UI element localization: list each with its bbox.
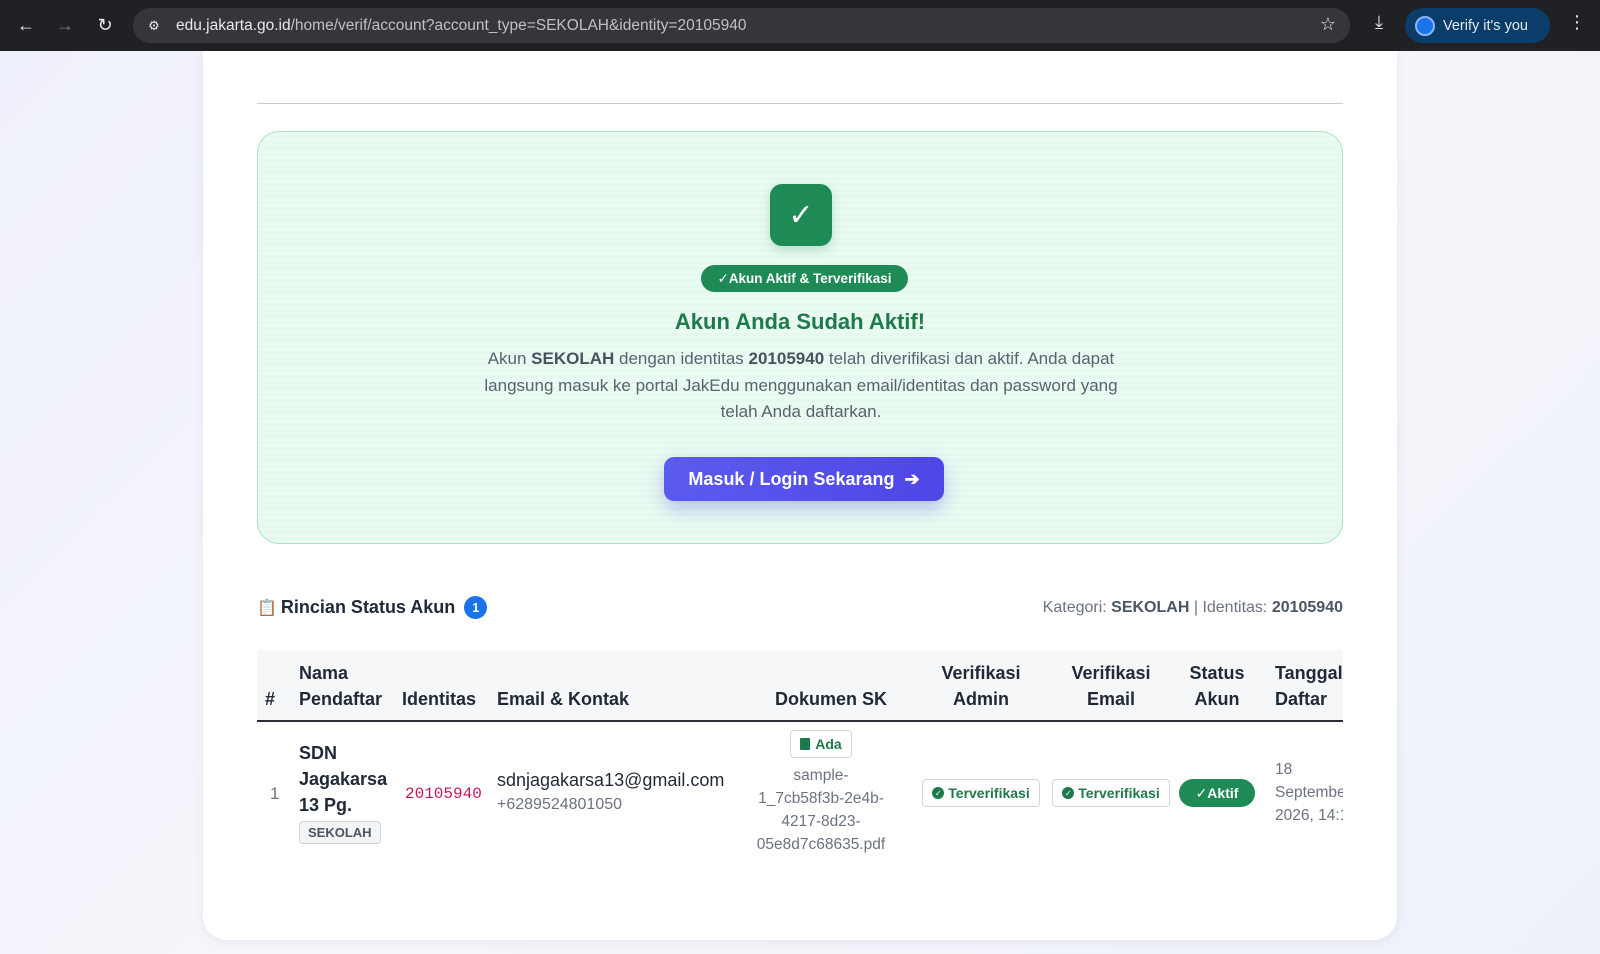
check-circle-icon: ✓ [1062,787,1075,799]
active-status-pill: ✓Aktif [1179,779,1255,807]
bookmark-star-icon[interactable]: ☆ [1320,14,1336,35]
status-badge: ✓Akun Aktif & Terverifikasi [701,265,908,292]
details-header: 📋 Rincian Status Akun 1 Kategori: SEKOLA… [257,594,1343,620]
login-button[interactable]: Masuk / Login Sekarang ➔ [664,457,944,501]
details-meta: Kategori: SEKOLAH | Identitas: 20105940 [1042,599,1343,616]
file-icon [800,738,811,750]
row-number: 1 [270,784,280,803]
clipboard-icon: 📋 [257,599,277,617]
header-admin-verif: Verifikasi Admin [941,663,1021,709]
header-status: Status Akun [1189,663,1245,709]
success-description: Akun SEKOLAH dengan identitas 20105940 t… [484,349,1118,421]
admin-verif-cell: ✓ Terverifikasi [921,779,1041,807]
check-icon: ✓ [770,184,832,246]
header-identity: Identitas [402,689,477,709]
count-badge: 1 [464,596,488,619]
register-date: 18September2026, 14:1 [1275,761,1343,824]
success-panel: ✓ ✓Akun Aktif & Terverifikasi Akun Anda … [257,131,1343,544]
header-date: Tanggal Daftar [1275,663,1343,709]
registrant-name: SDN Jagakarsa 13 Pg. [299,743,388,815]
header-name: Nama Pendaftar [299,663,383,709]
admin-verified-badge: ✓ Terverifikasi [922,779,1040,807]
arrow-right-icon: ➔ [904,468,920,489]
email-verif-cell: ✓ Terverifikasi [1051,779,1171,807]
phone-value: +6289524801050 [497,796,623,813]
identity-value: 20105940 [405,785,482,803]
success-title: Akun Anda Sudah Aktif! [674,309,926,334]
menu-kebab-icon[interactable]: ⋮ [1568,12,1586,33]
email-value: sdnjagakarsa13@gmail.com [497,770,725,790]
main-card: ✓ ✓Akun Aktif & Terverifikasi Akun Anda … [203,51,1397,940]
document-badge[interactable]: Ada [790,730,852,758]
category-tag: SEKOLAH [299,821,381,844]
forward-icon[interactable]: → [51,11,79,39]
contact-cell: sdnjagakarsa13@gmail.com +6289524801050 [497,770,724,814]
divider [257,103,1343,104]
reload-icon[interactable]: ↻ [91,11,119,39]
details-title: 📋 Rincian Status Akun 1 [257,596,488,619]
site-info-icon[interactable]: ⚙ [141,13,167,39]
verify-profile-button[interactable]: Verify it's you [1405,8,1550,43]
document-filename[interactable]: sample- 1_7cb58f3b-2e4b- 4217-8d23- 05e8d7c… [741,764,901,856]
header-email-verif: Verifikasi Email [1071,663,1151,709]
status-table: # Nama Pendaftar Identitas Email & Kontak… [257,650,1343,865]
header-email: Email & Kontak [497,689,630,709]
google-account-icon [1415,15,1435,36]
registrant-cell: SDN Jagakarsa 13 Pg. SEKOLAH [299,740,387,844]
download-icon[interactable]: ⤓ [1366,12,1392,38]
address-bar[interactable]: ⚙ edu.jakarta.go.id/home/verif/account?a… [133,8,1350,43]
header-num: # [265,689,276,709]
status-cell: ✓Aktif [1179,779,1255,807]
email-verified-badge: ✓ Terverifikasi [1052,779,1170,807]
document-cell: Ada sample- 1_7cb58f3b-2e4b- 4217-8d23- 05e… [741,730,901,856]
table-header: # Nama Pendaftar Identitas Email & Kontak… [257,650,1343,722]
header-doc: Dokumen SK [775,689,888,709]
check-circle-icon: ✓ [932,787,945,799]
url-text[interactable]: edu.jakarta.go.id/home/verif/account?acc… [176,17,746,35]
browser-toolbar: ← → ↻ ⚙ edu.jakarta.go.id/home/verif/acc… [0,0,1600,51]
back-icon[interactable]: ← [12,11,40,39]
